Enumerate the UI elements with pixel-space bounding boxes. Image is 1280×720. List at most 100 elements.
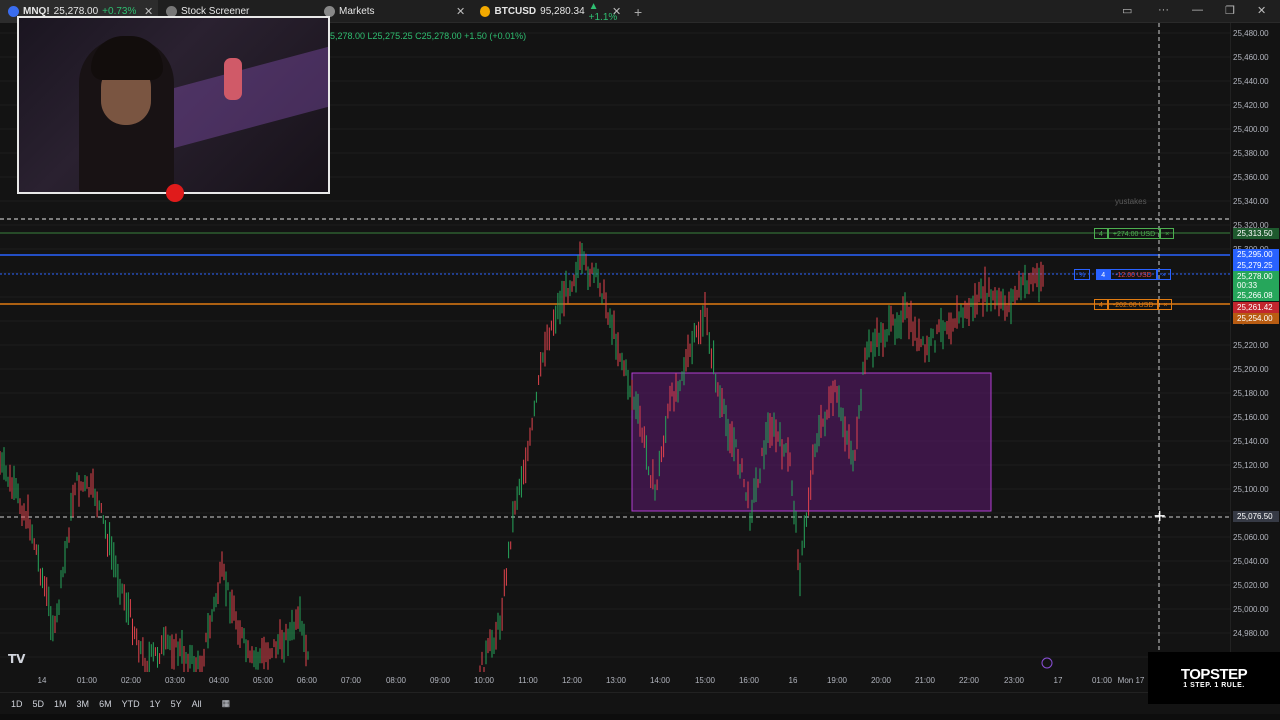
time-tick-label: 13:00 — [605, 676, 627, 685]
range-button[interactable]: All — [187, 699, 207, 709]
price-tick-label: 25,100.00 — [1233, 485, 1269, 494]
range-button[interactable]: 6M — [94, 699, 117, 709]
time-tick-label: 06:00 — [296, 676, 318, 685]
time-tick-label: 07:00 — [340, 676, 362, 685]
time-tick-label: 04:00 — [208, 676, 230, 685]
tab-btcusd-price: 95,280.34 — [540, 6, 585, 17]
time-tick-label: 12:00 — [561, 676, 583, 685]
tradingview-logo-icon: TV — [8, 652, 26, 666]
time-tick-label: 01:00 — [1091, 676, 1113, 685]
cast-icon[interactable]: ▭ — [1122, 4, 1132, 17]
price-axis[interactable]: 25,480.00 25,460.00 25,440.00 25,420.00 25,4… — [1230, 23, 1280, 672]
tab-btcusd-label: BTCUSD — [494, 6, 537, 17]
time-tick-label: 09:00 — [429, 676, 451, 685]
close-icon[interactable]: ✕ — [456, 5, 465, 18]
price-tick-label: 25,340.00 — [1233, 197, 1269, 206]
time-tick-label: 14:00 — [649, 676, 671, 685]
time-tick-label: Mon 17 — [1117, 676, 1145, 685]
price-tick-label: 25,060.00 — [1233, 533, 1269, 542]
close-icon[interactable]: × — [1160, 228, 1175, 239]
time-tick-label: 02:00 — [120, 676, 142, 685]
lightning-icon[interactable] — [1041, 657, 1053, 669]
time-tick-label: 20:00 — [870, 676, 892, 685]
tab-btcusd[interactable]: BTCUSD 95,280.34 ▲ +1.1% ✕ — [478, 0, 628, 23]
time-tick-label: 21:00 — [914, 676, 936, 685]
tab-btcusd-change: ▲ +1.1% — [588, 0, 618, 23]
price-tick-label: 25,400.00 — [1233, 125, 1269, 134]
range-button[interactable]: 5D — [28, 699, 50, 709]
topstep-tagline: 1 STEP. 1 RULE. — [1183, 682, 1245, 689]
price-tick-label: 25,440.00 — [1233, 77, 1269, 86]
light-strip — [169, 46, 328, 150]
new-tab-button[interactable]: + — [634, 0, 642, 23]
close-window-icon[interactable]: ✕ — [1257, 4, 1266, 17]
time-tick-label: 01:00 — [76, 676, 98, 685]
time-tick-label: 22:00 — [958, 676, 980, 685]
price-badge: 25,266.08 — [1233, 290, 1279, 301]
maximize-icon[interactable]: ❐ — [1225, 4, 1235, 17]
time-tick-label: 23:00 — [1003, 676, 1025, 685]
price-tick-label: 25,220.00 — [1233, 341, 1269, 350]
entry-pct: % — [1074, 269, 1091, 280]
range-button[interactable]: 1Y — [145, 699, 166, 709]
plus-icon: + — [634, 3, 643, 20]
topstep-logo: TOPSTEP 1 STEP. 1 RULE. — [1148, 652, 1280, 704]
close-icon[interactable]: × — [1156, 269, 1171, 280]
time-tick-label: 15:00 — [694, 676, 716, 685]
time-tick-label: 16 — [788, 676, 798, 685]
more-icon[interactable]: ··· — [1158, 4, 1169, 16]
time-tick-label: 19:00 — [826, 676, 848, 685]
time-tick-label: 03:00 — [164, 676, 186, 685]
tp-qty: 4 — [1094, 228, 1108, 239]
price-tick-label: 25,380.00 — [1233, 149, 1269, 158]
sl-pnl: -202.00 USD — [1107, 299, 1159, 310]
taskbar-strip — [0, 714, 1280, 720]
price-tick-label: 25,200.00 — [1233, 365, 1269, 374]
close-icon[interactable]: × — [1158, 299, 1173, 310]
price-badge: 25,261.42 — [1233, 302, 1279, 313]
tab-markets-label: Markets — [339, 6, 375, 17]
tab-markets[interactable]: Markets ✕ — [322, 0, 470, 23]
price-tick-label: 25,420.00 — [1233, 101, 1269, 110]
range-button[interactable]: 5Y — [166, 699, 187, 709]
streamer-hair — [91, 36, 163, 80]
range-button[interactable]: 1M — [49, 699, 72, 709]
price-badge: 25,254.00 — [1233, 313, 1279, 324]
tp-pnl: +274.00 USD — [1107, 228, 1161, 239]
crosshair-price-badge: 25,076.50 — [1233, 511, 1279, 522]
stop-tag[interactable]: 4 -202.00 USD × — [1094, 299, 1173, 310]
take-profit-tag[interactable]: 4 +274.00 USD × — [1094, 228, 1175, 239]
price-tick-label: 25,020.00 — [1233, 581, 1269, 590]
crosshair-cursor-icon: + — [1153, 506, 1166, 525]
close-icon[interactable]: ✕ — [612, 5, 621, 18]
price-badge: 25,313.50 — [1233, 228, 1279, 239]
price-tick-label: 25,040.00 — [1233, 557, 1269, 566]
webcam-overlay — [17, 16, 330, 194]
price-tick-label: 25,000.00 — [1233, 605, 1269, 614]
entry-tag[interactable]: % 4 -12.00 USD × — [1074, 269, 1171, 280]
topstep-name: TOPSTEP — [1180, 666, 1248, 683]
minimize-icon[interactable]: — — [1192, 4, 1203, 16]
price-tick-label: 25,160.00 — [1233, 413, 1269, 422]
time-tick-label: 14 — [37, 676, 47, 685]
price-tick-label: 24,980.00 — [1233, 629, 1269, 638]
sl-qty: 4 — [1094, 299, 1108, 310]
figurine — [224, 58, 242, 100]
record-indicator — [166, 184, 184, 202]
time-axis[interactable]: 14 01:00 02:00 03:00 04:00 05:00 06:00 07:00 08:… — [0, 672, 1230, 688]
time-tick-label: 11:00 — [518, 676, 538, 685]
price-tick-label: 25,360.00 — [1233, 173, 1269, 182]
range-zone-box[interactable] — [631, 372, 992, 512]
time-tick-label: 08:00 — [385, 676, 407, 685]
time-tick-label: 10:00 — [473, 676, 495, 685]
watermark-label: yustakes — [1115, 197, 1147, 206]
range-button[interactable]: 1D — [6, 699, 28, 709]
bitcoin-icon — [480, 6, 491, 17]
price-badge: 25,279.25 — [1233, 260, 1279, 271]
price-tick-label: 25,480.00 — [1233, 29, 1269, 38]
calendar-icon[interactable]: ▦ — [217, 698, 236, 709]
range-button[interactable]: YTD — [117, 699, 145, 709]
range-button[interactable]: 3M — [72, 699, 95, 709]
price-tick-label: 25,140.00 — [1233, 437, 1269, 446]
ohlc-readout: 25,278.00 L25,275.25 C25,278.00 +1.50 (+… — [325, 31, 527, 41]
